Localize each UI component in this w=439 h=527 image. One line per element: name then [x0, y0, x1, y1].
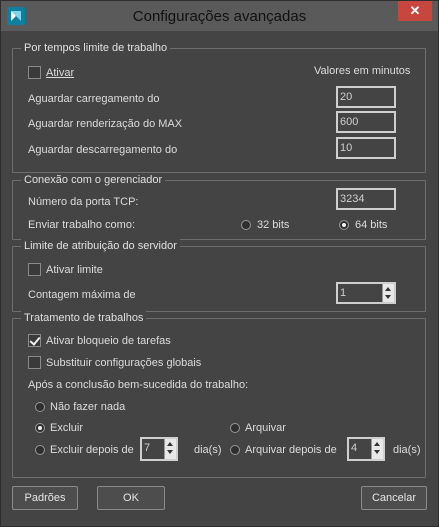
dialog-body: Por tempos limite de trabalho Ativar Val… [8, 32, 431, 521]
spinner-up-icon[interactable] [385, 287, 391, 291]
radio-delete-label[interactable]: Excluir [50, 421, 83, 435]
delete-after-value: 7 [144, 442, 151, 454]
archive-after-value: 4 [351, 442, 358, 454]
radio-do-nothing-label[interactable]: Não fazer nada [50, 400, 125, 414]
ok-button[interactable]: OK [97, 486, 165, 510]
override-global-checkbox[interactable] [28, 356, 41, 369]
timeouts-group-title: Por tempos limite de trabalho [21, 41, 171, 55]
archive-after-spinner[interactable]: 4 [347, 437, 385, 461]
unload-label: Aguardar descarregamento do [28, 144, 178, 156]
after-completion-label: Após a conclusão bem-sucedida do trabalh… [28, 379, 249, 391]
spinner-down-icon[interactable] [374, 450, 380, 454]
render-label: Aguardar renderização do MAX [28, 118, 183, 130]
unload-timeout-input[interactable]: 10 [336, 137, 396, 159]
radio-32-bits[interactable] [241, 220, 251, 230]
delete-after-spinner-buttons[interactable] [164, 439, 176, 459]
delete-days-label: dia(s) [194, 444, 222, 456]
job-handling-group: Tratamento de trabalhos Ativar bloqueio … [12, 311, 426, 478]
window-title: Configurações avançadas [132, 8, 307, 25]
defaults-button[interactable]: Padrões [12, 486, 78, 510]
task-lock-checkbox[interactable] [28, 334, 41, 347]
server-limit-checkbox[interactable] [28, 263, 41, 276]
manager-group-title: Conexão com o gerenciador [21, 173, 166, 187]
send-as-label: Enviar trabalho como: [28, 219, 135, 231]
load-label: Aguardar carregamento do [28, 93, 160, 105]
units-label: Valores em minutos [314, 65, 411, 77]
radio-delete[interactable] [35, 423, 45, 433]
advanced-settings-dialog: Configurações avançadas ✕ Por tempos lim… [0, 0, 439, 527]
radio-32-bits-label[interactable]: 32 bits [257, 218, 289, 232]
title-bar[interactable]: Configurações avançadas ✕ [1, 1, 438, 31]
radio-64-bits-label[interactable]: 64 bits [355, 218, 387, 232]
archive-after-spinner-buttons[interactable] [371, 439, 383, 459]
timeouts-group: Por tempos limite de trabalho Ativar Val… [12, 41, 426, 173]
timeouts-enable-checkbox[interactable] [28, 66, 41, 79]
tcp-port-input[interactable]: 3234 [336, 188, 396, 210]
tcp-port-label: Número da porta TCP: [28, 196, 139, 208]
close-button[interactable]: ✕ [398, 1, 432, 21]
spinner-up-icon[interactable] [167, 442, 173, 446]
radio-archive-label[interactable]: Arquivar [245, 421, 286, 435]
radio-archive-after[interactable] [230, 445, 240, 455]
cancel-button[interactable]: Cancelar [361, 486, 427, 510]
delete-after-spinner[interactable]: 7 [140, 437, 178, 461]
max-count-spinner[interactable]: 1 [336, 282, 396, 304]
server-limit-group-title: Limite de atribuição do servidor [21, 239, 180, 253]
render-timeout-input[interactable]: 600 [336, 111, 396, 133]
timeouts-enable-label[interactable]: Ativar [46, 66, 74, 80]
radio-archive-after-label[interactable]: Arquivar depois de [245, 443, 337, 457]
max-count-value: 1 [340, 287, 347, 299]
task-lock-label[interactable]: Ativar bloqueio de tarefas [46, 334, 171, 348]
load-timeout-input[interactable]: 20 [336, 86, 396, 108]
override-global-label[interactable]: Substituir configurações globais [46, 356, 201, 370]
radio-do-nothing[interactable] [35, 402, 45, 412]
spinner-down-icon[interactable] [167, 450, 173, 454]
radio-delete-after[interactable] [35, 445, 45, 455]
manager-group: Conexão com o gerenciador Número da port… [12, 173, 426, 240]
job-handling-group-title: Tratamento de trabalhos [21, 311, 147, 325]
server-limit-label[interactable]: Ativar limite [46, 263, 103, 277]
archive-days-label: dia(s) [393, 444, 421, 456]
spinner-down-icon[interactable] [385, 295, 391, 299]
server-limit-group: Limite de atribuição do servidor Ativar … [12, 239, 426, 312]
spinner-up-icon[interactable] [374, 442, 380, 446]
close-icon: ✕ [409, 3, 421, 18]
max-count-spinner-buttons[interactable] [382, 284, 394, 302]
radio-archive[interactable] [230, 423, 240, 433]
radio-delete-after-label[interactable]: Excluir depois de [50, 443, 134, 457]
max-count-label: Contagem máxima de [28, 289, 136, 301]
radio-64-bits[interactable] [339, 220, 349, 230]
